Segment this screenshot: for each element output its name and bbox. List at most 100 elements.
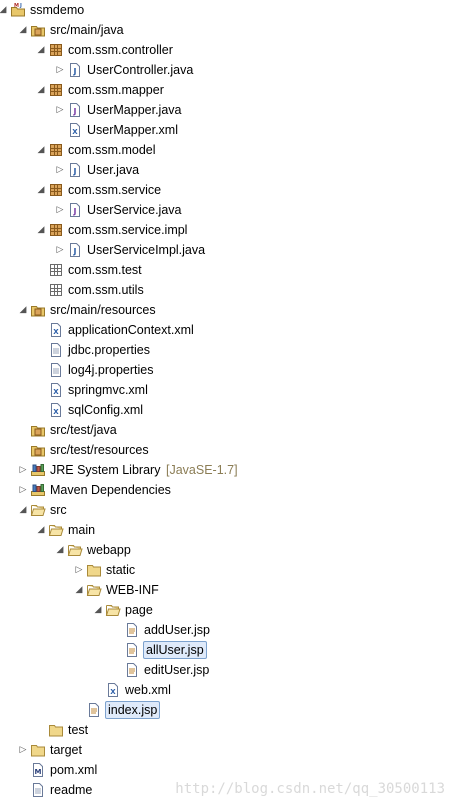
package-com-ssm-utils[interactable]: com.ssm.utils [0,280,455,300]
svg-text:X: X [110,688,116,696]
tree-item-label: src/main/java [50,23,124,37]
tree-item-label: test [68,723,89,737]
folder-src-main-java[interactable]: ◢ src/main/java [0,20,455,40]
java-file-icon: J [67,242,83,258]
folder-icon [86,562,102,578]
folder-open-icon [67,542,83,558]
collapse-toggle-icon[interactable]: ◢ [36,524,46,536]
watermark: http://blog.csdn.net/qq_30500113 [175,781,445,797]
xml-file-icon: X [105,682,121,698]
file-sqlconfig-xml[interactable]: XsqlConfig.xml [0,400,455,420]
collapse-toggle-icon[interactable]: ◢ [74,584,84,596]
expand-toggle-icon[interactable]: ▷ [74,564,84,576]
folder-web-inf[interactable]: ◢ WEB-INF [0,580,455,600]
collapse-toggle-icon[interactable]: ◢ [18,504,28,516]
svg-text:X: X [72,128,78,136]
library-jre-system[interactable]: ▷ JRE System Library [JavaSE-1.7] [0,460,455,480]
package-icon [48,142,64,158]
file-userserviceimpl-java[interactable]: ▷ J UserServiceImpl.java [0,240,455,260]
jsp-file-icon [124,642,140,658]
file-springmvc-xml[interactable]: Xspringmvc.xml [0,380,455,400]
folder-static[interactable]: ▷ static [0,560,455,580]
tree-item-label: UserMapper.java [87,103,182,117]
folder-open-icon [30,502,46,518]
expand-toggle-icon[interactable]: ▷ [55,244,65,256]
file-usermapper-xml[interactable]: X UserMapper.xml [0,120,455,140]
file-adduser-jsp[interactable]: addUser.jsp [0,620,455,640]
svg-text:X: X [53,388,59,396]
folder-src-main-resources[interactable]: ◢ src/main/resources [0,300,455,320]
expand-toggle-icon[interactable]: ▷ [55,104,65,116]
svg-text:M: M [35,768,42,776]
jsp-file-icon [86,702,102,718]
file-userservice-java[interactable]: ▷ J UserService.java [0,200,455,220]
folder-webapp[interactable]: ◢ webapp [0,540,455,560]
tree-item-label: log4j.properties [68,363,154,377]
tree-item-label: com.ssm.service [68,183,162,197]
empty-package-icon [48,262,64,278]
file-index-jsp[interactable]: index.jsp [0,700,455,720]
tree-item-label: index.jsp [105,701,161,719]
tree-item-label: webapp [87,543,131,557]
folder-src[interactable]: ◢ src [0,500,455,520]
expand-toggle-icon[interactable]: ▷ [55,64,65,76]
svg-text:J: J [73,207,77,216]
file-web-xml[interactable]: Xweb.xml [0,680,455,700]
library-maven-dependencies[interactable]: ▷ Maven Dependencies [0,480,455,500]
java-interface-icon: J [67,102,83,118]
file-usercontroller-java[interactable]: ▷ J UserController.java [0,60,455,80]
tree-item-label: com.ssm.utils [68,283,144,297]
tree-item-label: editUser.jsp [144,663,210,677]
collapse-toggle-icon[interactable]: ◢ [18,304,28,316]
tree-item-label: User.java [87,163,140,177]
maven-pom-icon: M [30,762,46,778]
source-folder-icon [30,302,46,318]
package-com-ssm-model[interactable]: ◢ com.ssm.model [0,140,455,160]
package-com-ssm-controller[interactable]: ◢ com.ssm.controller [0,40,455,60]
tree-item-label: src [50,503,67,517]
expand-toggle-icon[interactable]: ▷ [55,164,65,176]
collapse-toggle-icon[interactable]: ◢ [36,184,46,196]
collapse-toggle-icon[interactable]: ◢ [93,604,103,616]
jsp-file-icon [124,622,140,638]
tree-item-label: src/test/java [50,423,117,437]
collapse-toggle-icon[interactable]: ◢ [36,144,46,156]
file-jdbc-properties[interactable]: jdbc.properties [0,340,455,360]
java-file-icon: J [67,162,83,178]
folder-main[interactable]: ◢ main [0,520,455,540]
file-log4j-properties[interactable]: log4j.properties [0,360,455,380]
tree-item-label: main [68,523,96,537]
file-usermapper-java[interactable]: ▷ J UserMapper.java [0,100,455,120]
tree-item-label: com.ssm.model [68,143,156,157]
package-com-ssm-mapper[interactable]: ◢ com.ssm.mapper [0,80,455,100]
collapse-toggle-icon[interactable]: ◢ [0,4,8,16]
expand-toggle-icon[interactable]: ▷ [18,744,28,756]
folder-test[interactable]: test [0,720,455,740]
folder-page[interactable]: ◢ page [0,600,455,620]
collapse-toggle-icon[interactable]: ◢ [36,44,46,56]
collapse-toggle-icon[interactable]: ◢ [36,224,46,236]
folder-src-test-java[interactable]: src/test/java [0,420,455,440]
package-com-ssm-service-impl[interactable]: ◢ com.ssm.service.impl [0,220,455,240]
collapse-toggle-icon[interactable]: ◢ [18,24,28,36]
file-pom-xml[interactable]: Mpom.xml [0,760,455,780]
project-ssmdemo[interactable]: ◢ M Jssmdemo [0,0,455,20]
expand-toggle-icon[interactable]: ▷ [18,464,28,476]
package-icon [48,182,64,198]
file-edituser-jsp[interactable]: editUser.jsp [0,660,455,680]
collapse-toggle-icon[interactable]: ◢ [55,544,65,556]
source-folder-icon [30,442,46,458]
tree-item-label: UserController.java [87,63,194,77]
file-alluser-jsp[interactable]: allUser.jsp [0,640,455,660]
folder-src-test-resources[interactable]: src/test/resources [0,440,455,460]
folder-icon [30,742,46,758]
tree-item-label: UserServiceImpl.java [87,243,206,257]
package-com-ssm-service[interactable]: ◢ com.ssm.service [0,180,455,200]
expand-toggle-icon[interactable]: ▷ [18,484,28,496]
package-com-ssm-test[interactable]: com.ssm.test [0,260,455,280]
file-applicationcontext-xml[interactable]: XapplicationContext.xml [0,320,455,340]
folder-target[interactable]: ▷ target [0,740,455,760]
expand-toggle-icon[interactable]: ▷ [55,204,65,216]
file-user-java[interactable]: ▷ J User.java [0,160,455,180]
collapse-toggle-icon[interactable]: ◢ [36,84,46,96]
